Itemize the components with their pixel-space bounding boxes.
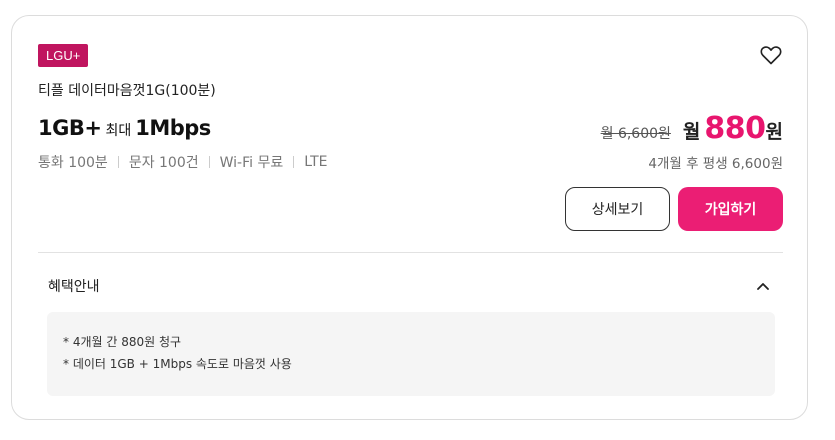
month-label: 월 [682, 121, 701, 143]
max-label: 최대 [105, 123, 132, 139]
benefit-item: * 4개월 간 880원 청구 [63, 335, 182, 349]
chevron-up-icon[interactable] [755, 278, 771, 292]
spec-divider [208, 156, 210, 168]
join-button[interactable]: 가입하기 [678, 187, 783, 231]
spec-call: 통화 100분 [38, 155, 108, 171]
after-price-note: 4개월 후 평생 6,600원 [648, 156, 783, 172]
detail-button[interactable]: 상세보기 [565, 187, 670, 231]
section-divider [38, 252, 783, 253]
carrier-badge: LGU+ [38, 44, 89, 67]
spec-sms: 문자 100건 [128, 155, 199, 171]
spec-network: LTE [304, 154, 328, 170]
benefits-panel: * 4개월 간 880원 청구 * 데이터 1GB + 1Mbps 속도로 마음… [47, 312, 775, 396]
price-row: 월 6,600원 월 880 원 [601, 111, 783, 146]
spec-divider [117, 156, 119, 168]
data-amount: 1GB+ [38, 116, 102, 140]
plan-specs: 통화 100분 문자 100건 Wi-Fi 무료 LTE [38, 152, 328, 172]
plan-card: LGU+ 티플 데이터마음껏1G(100분) 1GB+ 최대 1Mbps 통화 10… [11, 15, 808, 420]
plan-name: 티플 데이터마음껏1G(100분) [38, 83, 216, 99]
benefit-item: * 데이터 1GB + 1Mbps 속도로 마음껏 사용 [63, 357, 292, 371]
original-price: 월 6,600원 [600, 126, 671, 142]
spec-wifi: Wi-Fi 무료 [219, 155, 284, 171]
benefits-toggle[interactable]: 혜택안내 [48, 276, 100, 296]
price-unit: 원 [765, 121, 783, 143]
heart-icon[interactable] [759, 43, 783, 67]
data-speed: 1Mbps [135, 116, 211, 140]
discounted-price: 880 [704, 111, 766, 146]
spec-divider [293, 156, 295, 168]
data-summary: 1GB+ 최대 1Mbps [38, 116, 211, 140]
